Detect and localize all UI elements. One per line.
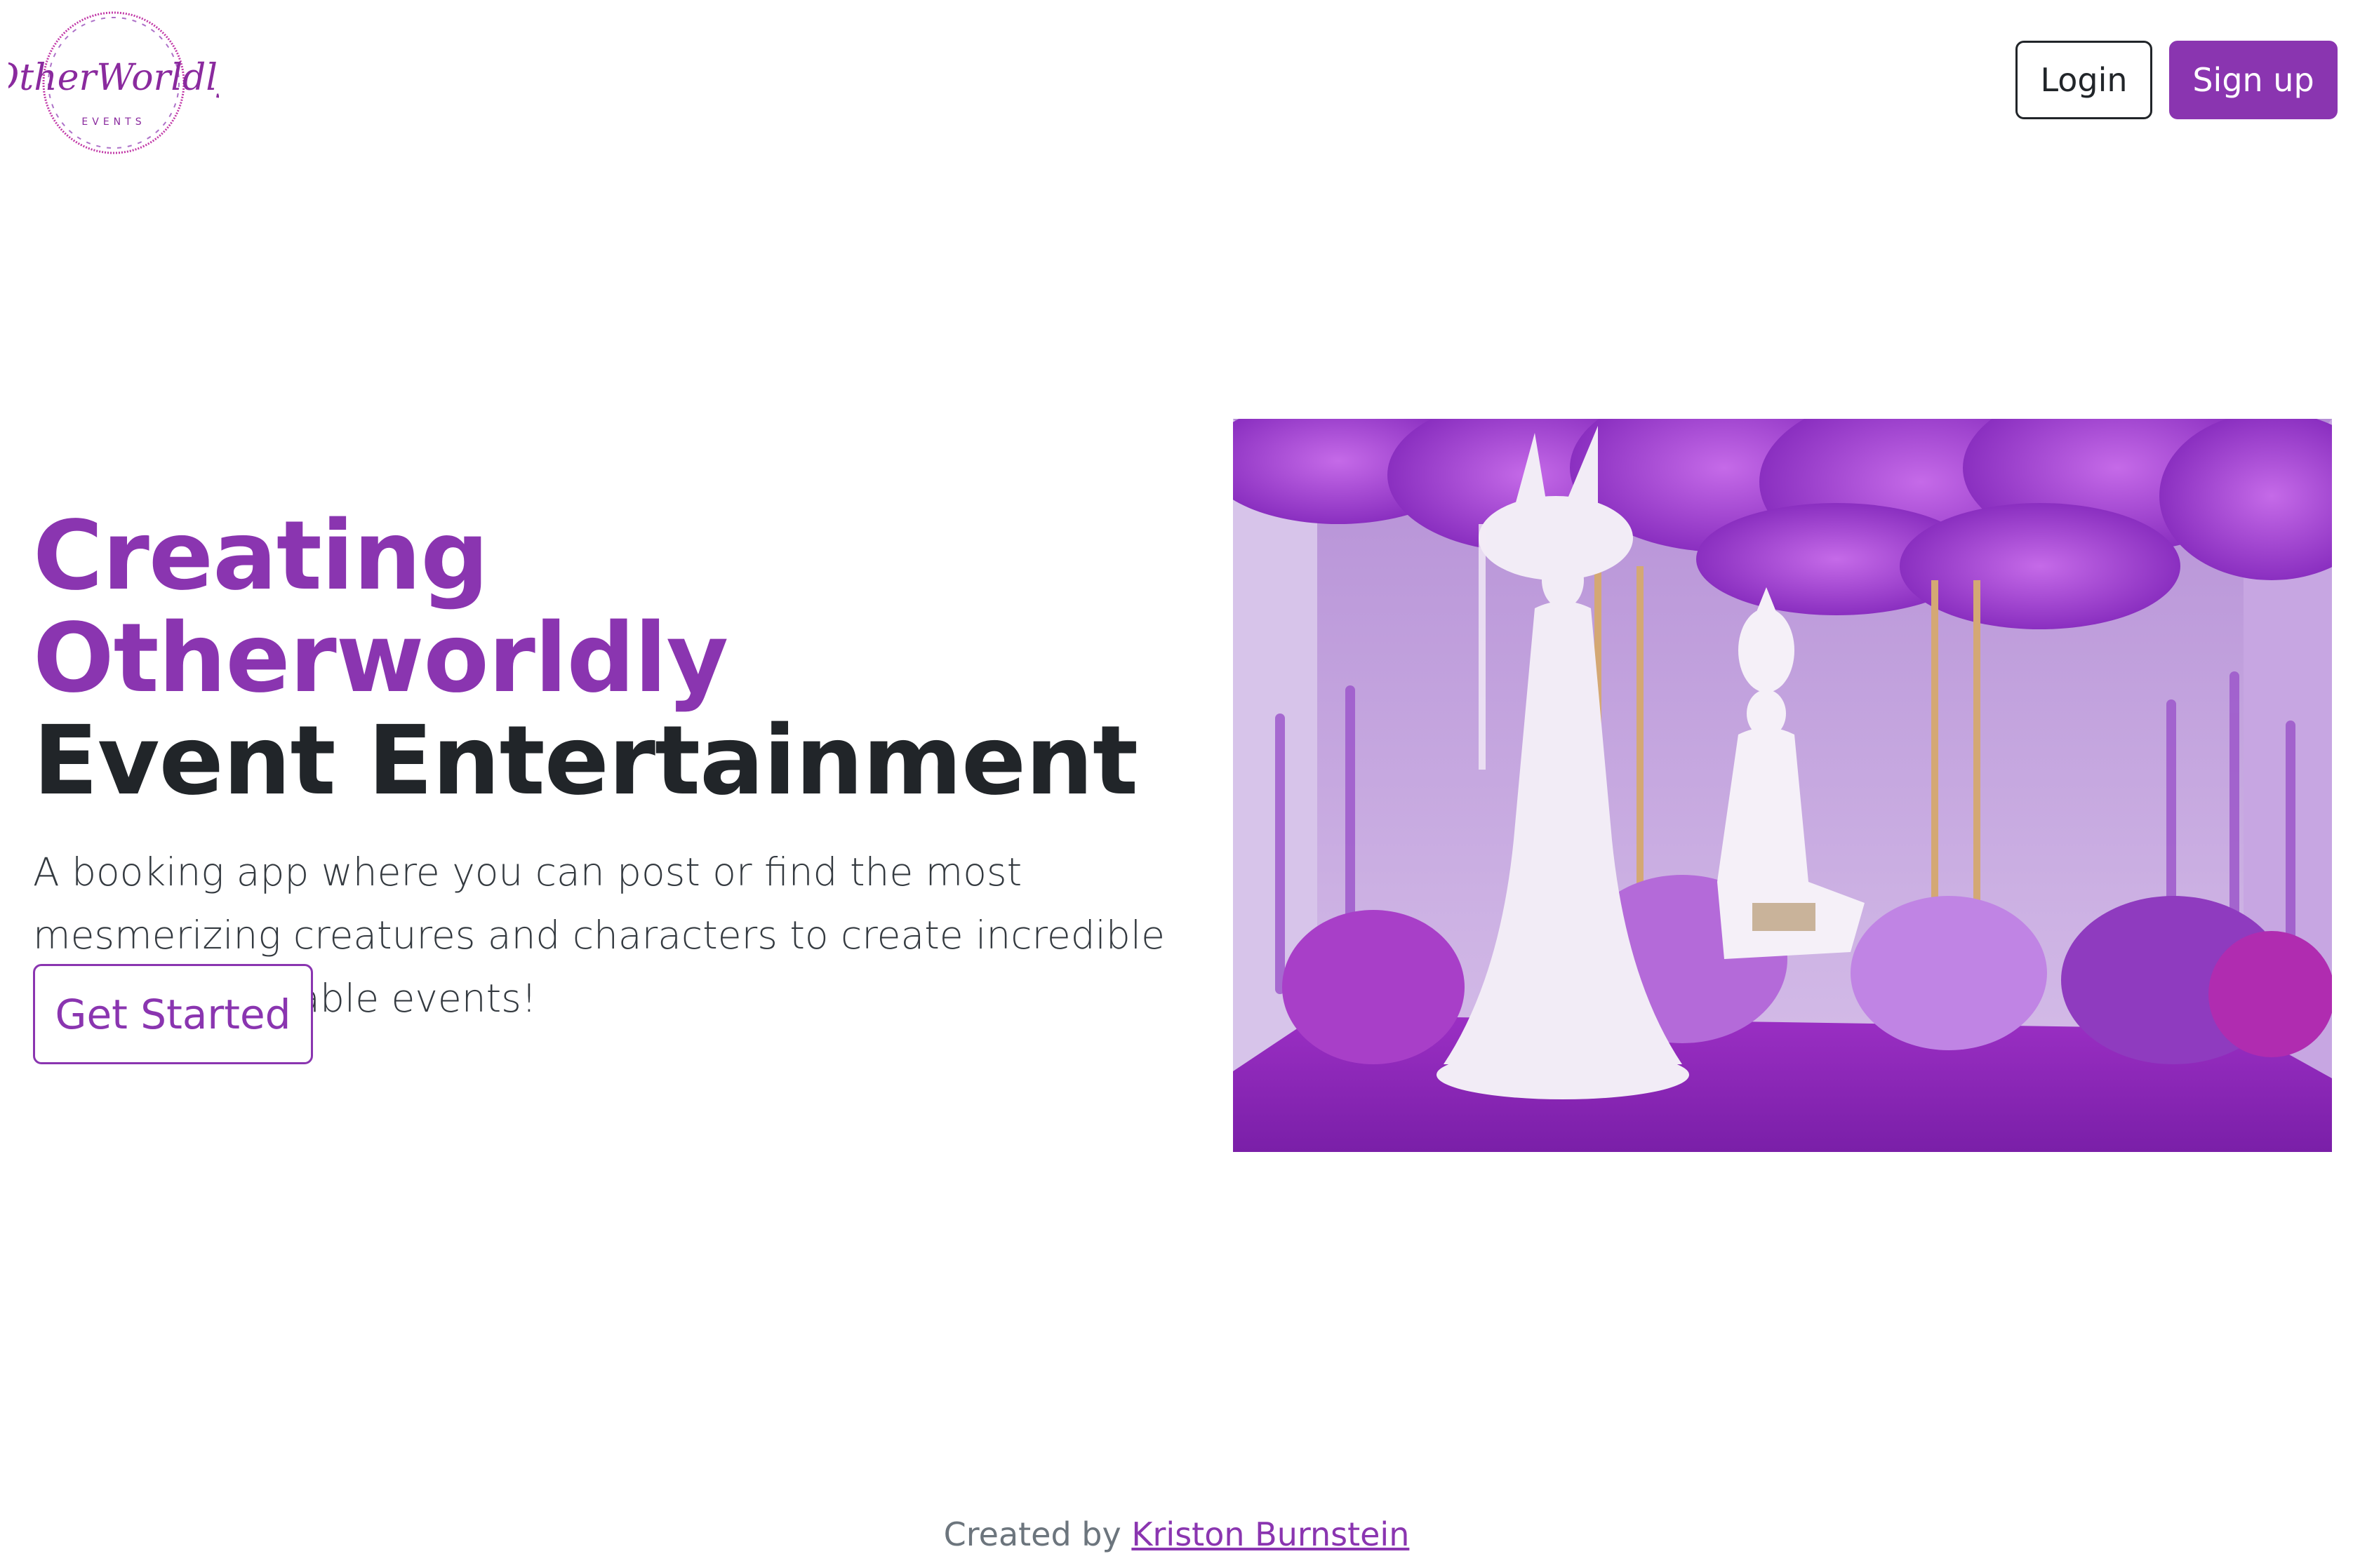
author-link[interactable]: Kriston Burnstein	[1131, 1515, 1409, 1553]
headline-line-2: Event Entertainment	[33, 706, 1138, 817]
logo-script-text: OtherWorldly	[8, 57, 219, 99]
signup-button[interactable]: Sign up	[2169, 41, 2338, 119]
hero-image	[1233, 419, 2332, 1152]
headline-line-1: Creating Otherworldly	[33, 501, 728, 714]
hero-headline: Creating Otherworldly Event Entertainmen…	[33, 505, 1184, 812]
get-started-button[interactable]: Get Started	[33, 964, 313, 1064]
brand-logo[interactable]: OtherWorldly EVENTS	[0, 4, 239, 162]
hero-text: Creating Otherworldly Event Entertainmen…	[33, 505, 1184, 1030]
footer: Created by Kriston Burnstein	[0, 1515, 2353, 1553]
logo-subtext: EVENTS	[81, 116, 145, 128]
landing-page: OtherWorldly EVENTS Login Sign up Creati…	[0, 0, 2353, 1568]
nav-actions: Login Sign up	[2015, 41, 2338, 119]
footer-credit-prefix: Created by	[943, 1515, 1132, 1553]
login-button[interactable]: Login	[2015, 41, 2152, 119]
